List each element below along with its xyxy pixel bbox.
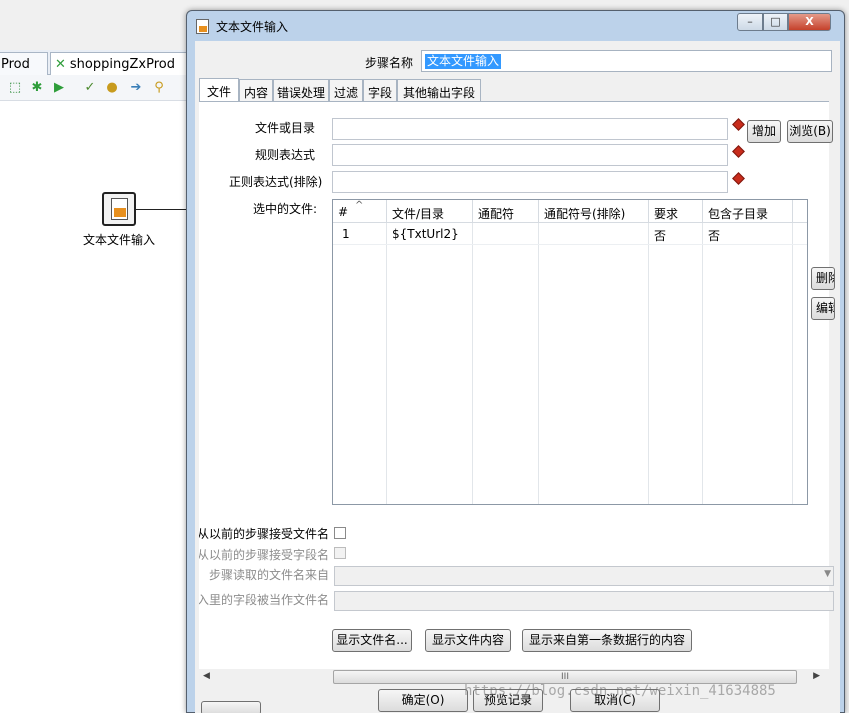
sort-ascending-icon: ^: [355, 200, 363, 211]
required-field-icon: [732, 118, 745, 131]
regex-exclude-input[interactable]: [332, 171, 728, 193]
file-tab-panel: 文件或目录 增加 浏览(B) 规则表达式 正则表达式(排除) 选中的文件: #^…: [199, 101, 829, 669]
show-file-content-button[interactable]: 显示文件内容: [425, 629, 511, 652]
selected-files-label: 选中的文件:: [253, 200, 317, 217]
help-button[interactable]: [201, 701, 261, 713]
maximize-button[interactable]: □: [763, 13, 788, 31]
column-header-include-subfolders[interactable]: 包含子目录: [703, 200, 793, 223]
step-name-field[interactable]: 文本文件输入: [421, 50, 832, 72]
export-icon[interactable]: ➔: [128, 80, 144, 96]
step-label: 文本文件输入: [83, 231, 155, 248]
tab-filter[interactable]: 过滤: [329, 79, 363, 101]
tab-label: Prod: [1, 57, 30, 72]
hop-line: [136, 209, 190, 210]
table-header: #^ 文件/目录 通配符 通配符号(排除) 要求 包含子目录: [333, 200, 807, 223]
close-button[interactable]: X: [788, 13, 831, 31]
minimize-button[interactable]: –: [737, 13, 763, 31]
tab-shoppingzxprod[interactable]: ✕ shoppingZxProd: [50, 52, 190, 75]
ok-button[interactable]: 确定(O): [378, 689, 468, 712]
run-icon[interactable]: ▶: [51, 80, 67, 96]
accept-fieldname-checkbox[interactable]: [334, 547, 346, 559]
select-icon[interactable]: ⬚: [7, 80, 23, 96]
dialog-client-area: 步骤名称 文本文件输入 文件 内容 错误处理 过滤 字段 其他输出字段 文件或目…: [195, 41, 840, 713]
column-header-wildcard[interactable]: 通配符: [473, 200, 539, 223]
accept-filenames-label: 从以前的步骤接受文件名: [199, 525, 329, 542]
table-cell[interactable]: [539, 224, 649, 245]
field-as-filename-label: 在输入里的字段被当作文件名: [199, 591, 329, 608]
field-as-filename-combo[interactable]: [334, 591, 834, 611]
snap-icon[interactable]: ✱: [29, 80, 45, 96]
tab-content[interactable]: 内容: [239, 79, 273, 101]
dialog-titlebar[interactable]: 文本文件输入 – □ X: [187, 11, 844, 41]
tab-error-handling[interactable]: 错误处理: [273, 79, 329, 101]
tab-prod[interactable]: Prod: [0, 52, 48, 75]
table-cell[interactable]: 1: [337, 224, 387, 245]
table-cell[interactable]: 否: [649, 224, 703, 245]
column-header-wildcard-exclude[interactable]: 通配符号(排除): [539, 200, 649, 223]
accept-filenames-checkbox[interactable]: [334, 527, 346, 539]
column-header-required[interactable]: 要求: [649, 200, 703, 223]
watermark: https://blog.csdn.net/weixin_41634885: [464, 683, 776, 699]
text-file-input-dialog: 文本文件输入 – □ X 步骤名称 文本文件输入 文件 内容 错误处理 过滤 字…: [186, 10, 845, 713]
options-label-column: 从以前的步骤接受文件名 从以前的步骤接受字段名 步骤读取的文件名来自 在输入里的…: [199, 520, 331, 620]
text-file-input-step-icon[interactable]: [102, 192, 136, 226]
table-cell[interactable]: ${TxtUrl2}: [387, 224, 473, 245]
check-icon[interactable]: ✓: [82, 80, 98, 96]
file-or-dir-input[interactable]: [332, 118, 728, 140]
table-row[interactable]: 1 ${TxtUrl2} 否 否: [333, 224, 807, 245]
column-header-index[interactable]: #^: [333, 200, 387, 223]
tab-file[interactable]: 文件: [199, 78, 239, 101]
accept-fieldname-label: 从以前的步骤接受字段名: [199, 546, 329, 563]
add-button[interactable]: 增加: [747, 120, 781, 143]
scroll-right-icon[interactable]: ▶: [813, 671, 820, 681]
show-filenames-button[interactable]: 显示文件名...: [332, 629, 412, 652]
transformation-canvas[interactable]: [0, 101, 190, 713]
tab-label: shoppingZxProd: [70, 57, 175, 72]
regex-input[interactable]: [332, 144, 728, 166]
show-first-row-content-button[interactable]: 显示来自第一条数据行的内容: [522, 629, 692, 652]
table-cell[interactable]: [473, 224, 539, 245]
step-name-value: 文本文件输入: [425, 54, 501, 69]
required-field-icon: [732, 145, 745, 158]
step-to-read-combo[interactable]: ▼: [334, 566, 834, 586]
transformation-icon: ✕: [55, 57, 66, 72]
step-to-read-label: 步骤读取的文件名来自: [209, 566, 329, 583]
browse-button[interactable]: 浏览(B): [787, 120, 833, 143]
text-file-input-icon: [196, 19, 209, 34]
dialog-tabs: 文件 内容 错误处理 过滤 字段 其他输出字段: [199, 79, 840, 101]
search-icon[interactable]: ⚲: [151, 80, 167, 96]
file-or-dir-label: 文件或目录: [255, 119, 315, 136]
required-field-icon: [732, 172, 745, 185]
delete-button[interactable]: 删除: [811, 267, 835, 290]
regex-exclude-label: 正则表达式(排除): [229, 173, 322, 190]
selected-files-table[interactable]: #^ 文件/目录 通配符 通配符号(排除) 要求 包含子目录 1 ${TxtUr…: [332, 199, 808, 505]
chevron-down-icon: ▼: [824, 569, 831, 579]
regex-label: 规则表达式: [255, 146, 315, 163]
edit-button[interactable]: 编辑: [811, 297, 835, 320]
scroll-left-icon[interactable]: ◀: [203, 671, 210, 681]
tab-other-output-fields[interactable]: 其他输出字段: [397, 79, 481, 101]
db-icon[interactable]: ●: [104, 80, 120, 96]
step-name-label: 步骤名称: [365, 54, 413, 71]
dialog-title: 文本文件输入: [216, 18, 288, 35]
tab-fields[interactable]: 字段: [363, 79, 397, 101]
table-cell[interactable]: 否: [703, 224, 793, 245]
column-header-file-dir[interactable]: 文件/目录: [387, 200, 473, 223]
scrollbar-thumb[interactable]: III: [333, 670, 797, 684]
